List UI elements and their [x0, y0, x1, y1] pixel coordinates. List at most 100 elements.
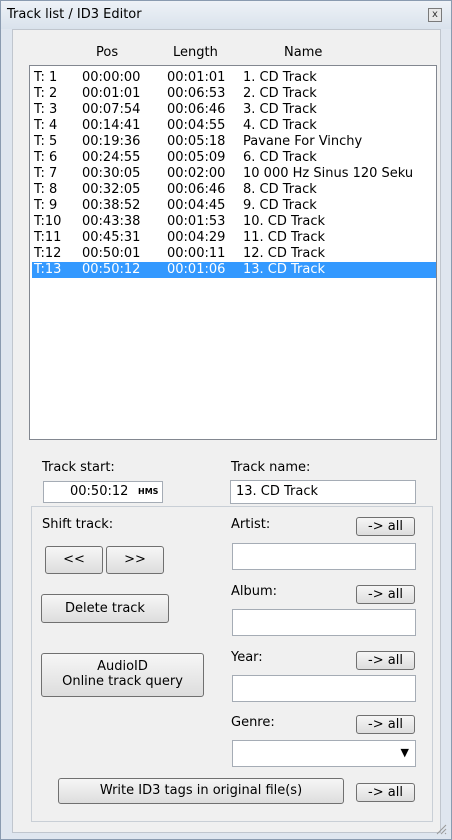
track-number: T: 3: [34, 102, 58, 117]
track-row[interactable]: T: 9 00:38:52 00:04:45 9. CD Track: [32, 198, 436, 214]
track-number: T: 7: [34, 166, 58, 181]
album-apply-all-button[interactable]: -> all: [356, 585, 415, 604]
track-number: T: 5: [34, 134, 58, 149]
track-pos: 00:00:00: [82, 70, 141, 85]
track-number: T:12: [34, 246, 62, 261]
track-name: 4. CD Track: [243, 118, 317, 133]
track-number: T: 6: [34, 150, 58, 165]
track-pos: 00:30:05: [82, 166, 141, 181]
album-input[interactable]: [232, 609, 416, 636]
year-apply-all-button[interactable]: -> all: [356, 651, 415, 670]
track-name: Pavane For Vinchy: [243, 134, 363, 149]
track-pos: 00:38:52: [82, 198, 141, 213]
track-row[interactable]: T: 4 00:14:41 00:04:55 4. CD Track: [32, 118, 436, 134]
track-length: 00:04:29: [167, 230, 226, 245]
write-apply-all-button[interactable]: -> all: [356, 783, 415, 802]
track-pos: 00:32:05: [82, 182, 141, 197]
track-name-label: Track name:: [231, 460, 311, 475]
close-icon[interactable]: x: [428, 8, 442, 22]
track-start-label: Track start:: [42, 460, 115, 475]
track-number: T: 2: [34, 86, 58, 101]
track-pos: 00:19:36: [82, 134, 141, 149]
track-length: 00:01:53: [167, 214, 226, 229]
track-pos: 00:50:01: [82, 246, 141, 261]
track-pos: 00:07:54: [82, 102, 141, 117]
track-row[interactable]: T: 8 00:32:05 00:06:46 8. CD Track: [32, 182, 436, 198]
genre-label: Genre:: [231, 715, 275, 730]
album-label: Album:: [231, 584, 278, 599]
chevron-down-icon[interactable]: ▼: [401, 746, 409, 759]
track-name: 8. CD Track: [243, 182, 317, 197]
track-name: 3. CD Track: [243, 102, 317, 117]
track-row[interactable]: T:13 00:50:12 00:01:06 13. CD Track: [32, 262, 436, 278]
track-length: 00:05:18: [167, 134, 226, 149]
track-pos: 00:14:41: [82, 118, 141, 133]
track-row[interactable]: T: 1 00:00:00 00:01:01 1. CD Track: [32, 70, 436, 86]
genre-select[interactable]: ▼: [232, 740, 416, 767]
track-start-value: 00:50:12: [70, 484, 129, 499]
delete-track-button[interactable]: Delete track: [41, 594, 169, 623]
track-pos: 00:45:31: [82, 230, 141, 245]
track-number: T:10: [34, 214, 62, 229]
track-name: 6. CD Track: [243, 150, 317, 165]
shift-forward-button[interactable]: >>: [106, 546, 164, 574]
track-name: 12. CD Track: [243, 246, 326, 261]
resize-grip-icon[interactable]: [435, 823, 447, 835]
track-length: 00:01:01: [167, 70, 226, 85]
artist-label: Artist:: [231, 517, 271, 532]
track-list[interactable]: T: 1 00:00:00 00:01:01 1. CD Track T: 2 00:01…: [29, 65, 437, 440]
track-number: T: 4: [34, 118, 58, 133]
track-length: 00:06:53: [167, 86, 226, 101]
track-length: 00:05:09: [167, 150, 226, 165]
audioid-label: AudioID: [97, 659, 148, 674]
track-length: 00:06:46: [167, 182, 226, 197]
track-number: T:11: [34, 230, 62, 245]
track-name-value: 13. CD Track: [236, 484, 319, 499]
track-row[interactable]: T:11 00:45:31 00:04:29 11. CD Track: [32, 230, 436, 246]
audioid-button[interactable]: AudioID Online track query: [41, 653, 204, 697]
track-row[interactable]: T: 3 00:07:54 00:06:46 3. CD Track: [32, 102, 436, 118]
track-length: 00:00:11: [167, 246, 226, 261]
track-row[interactable]: T: 7 00:30:05 00:02:00 10 000 Hz Sinus 120 …: [32, 166, 436, 182]
column-header-length[interactable]: Length: [173, 45, 218, 60]
column-header-name[interactable]: Name: [284, 45, 322, 60]
track-start-unit: HMS: [138, 487, 159, 496]
track-pos: 00:01:01: [82, 86, 141, 101]
column-header-pos[interactable]: Pos: [96, 45, 118, 60]
id3-editor-window: Track list / ID3 Editor x Pos Length Nam…: [0, 0, 452, 840]
track-name: 10 000 Hz Sinus 120 Seku: [243, 166, 414, 181]
track-name: 9. CD Track: [243, 198, 317, 213]
write-id3-tags-button[interactable]: Write ID3 tags in original file(s): [58, 778, 344, 804]
track-name: 1. CD Track: [243, 70, 317, 85]
track-row[interactable]: T:10 00:43:38 00:01:53 10. CD Track: [32, 214, 436, 230]
genre-apply-all-button[interactable]: -> all: [356, 715, 415, 734]
shift-track-label: Shift track:: [42, 517, 114, 532]
track-length: 00:01:06: [167, 262, 226, 277]
track-length: 00:02:00: [167, 166, 226, 181]
track-name: 11. CD Track: [243, 230, 326, 245]
track-row[interactable]: T:12 00:50:01 00:00:11 12. CD Track: [32, 246, 436, 262]
track-pos: 00:50:12: [82, 262, 141, 277]
year-label: Year:: [231, 650, 263, 665]
audioid-sublabel: Online track query: [62, 674, 183, 689]
track-number: T:13: [34, 262, 62, 277]
artist-apply-all-button[interactable]: -> all: [356, 517, 415, 536]
track-row[interactable]: T: 5 00:19:36 00:05:18 Pavane For Vinchy: [32, 134, 436, 150]
year-input[interactable]: [232, 675, 416, 702]
track-row[interactable]: T: 6 00:24:55 00:05:09 6. CD Track: [32, 150, 436, 166]
track-length: 00:04:55: [167, 118, 226, 133]
track-number: T: 8: [34, 182, 58, 197]
track-length: 00:06:46: [167, 102, 226, 117]
track-number: T: 1: [34, 70, 58, 85]
artist-input[interactable]: [232, 543, 416, 570]
track-start-field[interactable]: 00:50:12 HMS: [43, 481, 163, 503]
track-length: 00:04:45: [167, 198, 226, 213]
window-title: Track list / ID3 Editor: [7, 7, 142, 22]
track-name: 10. CD Track: [243, 214, 326, 229]
shift-back-button[interactable]: <<: [45, 546, 103, 574]
track-number: T: 9: [34, 198, 58, 213]
track-pos: 00:24:55: [82, 150, 141, 165]
track-row[interactable]: T: 2 00:01:01 00:06:53 2. CD Track: [32, 86, 436, 102]
track-name-field[interactable]: 13. CD Track: [230, 480, 416, 504]
track-name: 2. CD Track: [243, 86, 317, 101]
